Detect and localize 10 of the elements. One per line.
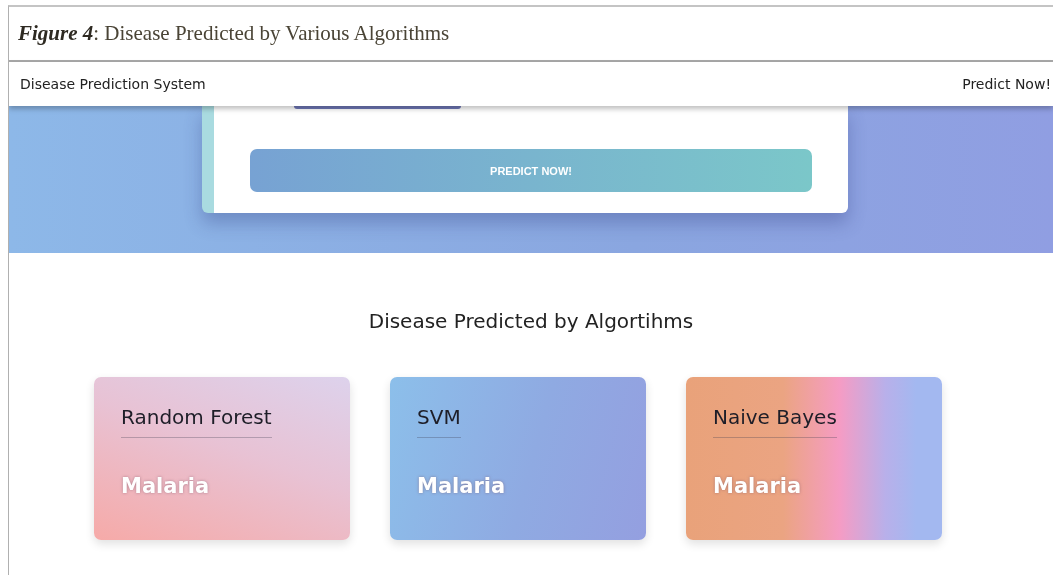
algorithm-name: Naive Bayes <box>713 405 837 438</box>
predicted-disease: Malaria <box>713 474 802 498</box>
figure-caption: Figure 4: Disease Predicted by Various Algorithms <box>18 21 450 46</box>
brand-title: Disease Prediction System <box>20 76 206 92</box>
algorithm-name: Random Forest <box>121 405 272 438</box>
predict-now-link[interactable]: Predict Now! <box>962 76 1051 92</box>
predicted-disease: Malaria <box>121 474 210 498</box>
predicted-disease: Malaria <box>417 474 506 498</box>
section-title: Disease Predicted by Algortihms <box>368 309 694 333</box>
algorithm-name: SVM <box>417 405 461 438</box>
